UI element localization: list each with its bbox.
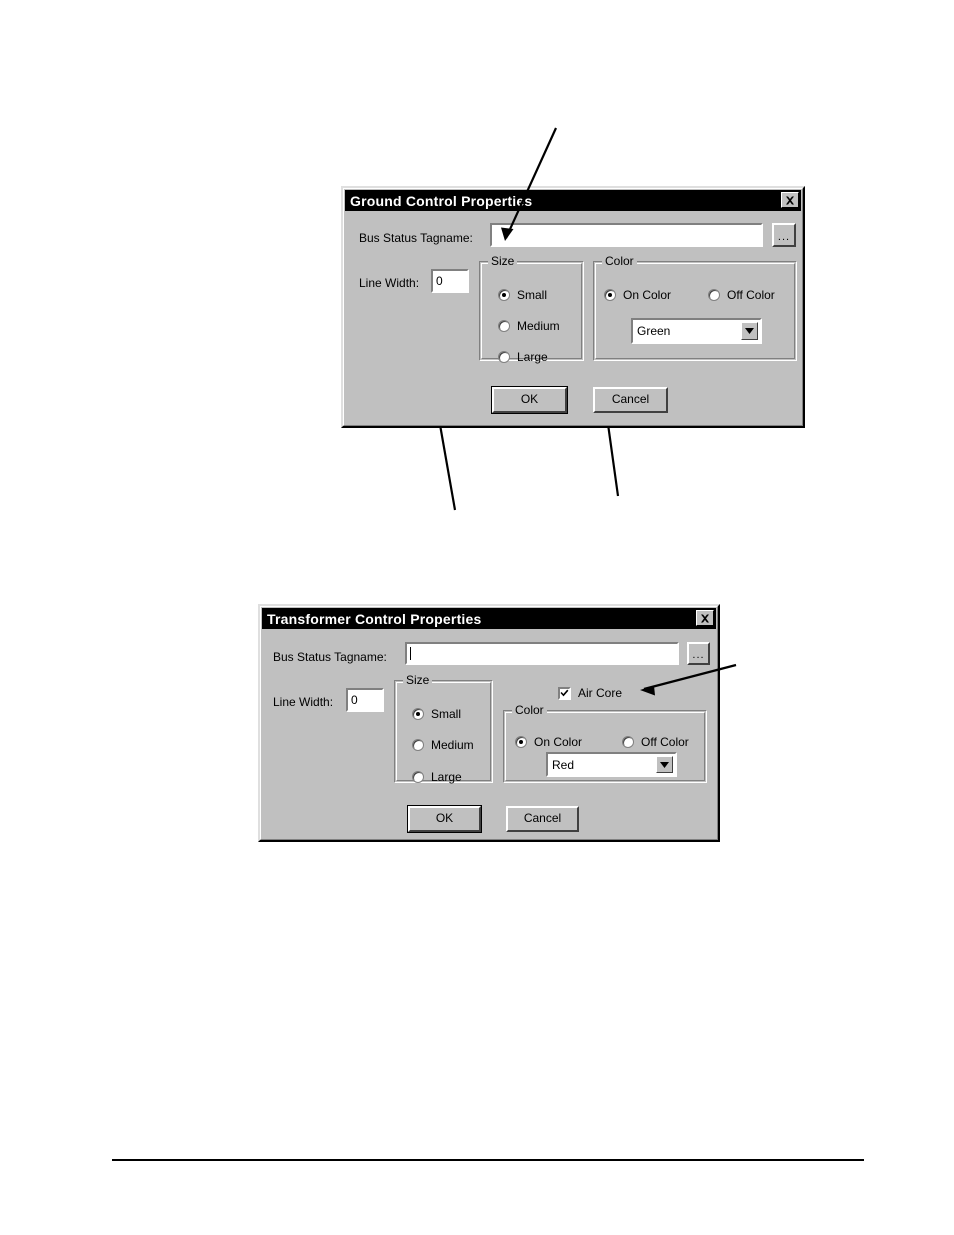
color-option-off[interactable]: Off Color (622, 735, 689, 749)
tagname-input[interactable] (490, 223, 763, 247)
titlebar[interactable]: Transformer Control Properties (262, 608, 716, 629)
color-option-on-label: On Color (623, 288, 672, 302)
size-option-small[interactable]: Small (498, 288, 547, 302)
radio-icon[interactable] (708, 289, 720, 301)
radio-icon[interactable] (498, 320, 510, 332)
radio-icon[interactable] (622, 736, 634, 748)
titlebar[interactable]: Ground Control Properties (345, 190, 801, 211)
color-option-off-label: Off Color (641, 735, 689, 749)
size-option-large[interactable]: Large (412, 770, 462, 784)
ok-button-label: OK (520, 392, 539, 406)
ok-button-label: OK (435, 811, 454, 825)
tagname-label: Bus Status Tagname: (273, 650, 387, 664)
air-core-label: Air Core (578, 686, 623, 700)
tagname-browse-button[interactable]: ... (687, 642, 710, 665)
dialog-title: Transformer Control Properties (267, 610, 482, 627)
color-option-off[interactable]: Off Color (708, 288, 775, 302)
size-option-large[interactable]: Large (498, 350, 548, 364)
line-width-value: 0 (351, 693, 358, 707)
size-option-medium-label: Medium (431, 738, 474, 752)
size-option-medium[interactable]: Medium (412, 738, 474, 752)
cancel-button-label: Cancel (523, 811, 562, 825)
tagname-label: Bus Status Tagname: (359, 231, 473, 245)
line-width-value: 0 (436, 274, 443, 288)
size-option-small[interactable]: Small (412, 707, 461, 721)
color-option-off-label: Off Color (727, 288, 775, 302)
dialog-title: Ground Control Properties (350, 192, 533, 209)
size-groupbox (479, 261, 584, 361)
chevron-down-icon[interactable] (656, 756, 673, 773)
tagname-input[interactable] (405, 642, 679, 665)
line-width-label: Line Width: (273, 695, 334, 709)
ok-button[interactable]: OK (492, 387, 567, 413)
transformer-control-properties-dialog[interactable]: Transformer Control Properties Bus Statu… (258, 604, 720, 842)
color-group-label: Color (602, 254, 637, 268)
color-option-on[interactable]: On Color (515, 735, 582, 749)
color-groupbox (593, 261, 797, 361)
line-width-label: Line Width: (359, 276, 420, 290)
color-group-label: Color (512, 703, 547, 717)
cancel-button-label: Cancel (611, 392, 650, 406)
size-option-small-label: Small (431, 707, 462, 721)
radio-icon[interactable] (412, 708, 424, 720)
line-width-input[interactable]: 0 (346, 688, 384, 712)
footer-divider (112, 1159, 864, 1161)
cancel-button[interactable]: Cancel (506, 806, 579, 832)
size-group-label: Size (403, 673, 433, 687)
ok-button[interactable]: OK (408, 806, 481, 832)
size-groupbox-bevel (396, 682, 491, 781)
size-option-medium[interactable]: Medium (498, 319, 560, 333)
close-icon[interactable] (696, 610, 714, 626)
color-dropdown-value: Red (552, 757, 575, 772)
color-option-on[interactable]: On Color (604, 288, 671, 302)
radio-icon[interactable] (412, 771, 424, 783)
color-dropdown[interactable]: Red (546, 752, 677, 777)
tagname-browse-button[interactable]: ... (772, 223, 796, 247)
size-groupbox-bevel (481, 263, 582, 359)
ground-control-properties-dialog[interactable]: Ground Control Properties Bus Status Tag… (341, 186, 805, 428)
close-icon[interactable] (781, 192, 799, 208)
radio-icon[interactable] (604, 289, 616, 301)
size-option-small-label: Small (517, 288, 548, 302)
browse-button-label: ... (692, 649, 705, 661)
size-option-large-label: Large (431, 770, 462, 784)
color-option-on-label: On Color (534, 735, 583, 749)
size-group-label: Size (488, 254, 518, 268)
size-option-large-label: Large (517, 350, 548, 364)
radio-icon[interactable] (498, 289, 510, 301)
radio-icon[interactable] (515, 736, 527, 748)
air-core-checkbox-row[interactable]: Air Core (558, 686, 622, 700)
color-dropdown[interactable]: Green (631, 318, 762, 344)
color-groupbox-bevel (595, 263, 795, 359)
radio-icon[interactable] (498, 351, 510, 363)
checkbox-icon[interactable] (558, 686, 571, 700)
browse-button-label: ... (777, 231, 791, 243)
size-groupbox (394, 680, 493, 783)
chevron-down-icon[interactable] (741, 322, 758, 340)
line-width-input[interactable]: 0 (431, 269, 469, 293)
size-option-medium-label: Medium (517, 319, 560, 333)
color-dropdown-value: Green (637, 324, 671, 338)
cancel-button[interactable]: Cancel (593, 387, 668, 413)
radio-icon[interactable] (412, 739, 424, 751)
